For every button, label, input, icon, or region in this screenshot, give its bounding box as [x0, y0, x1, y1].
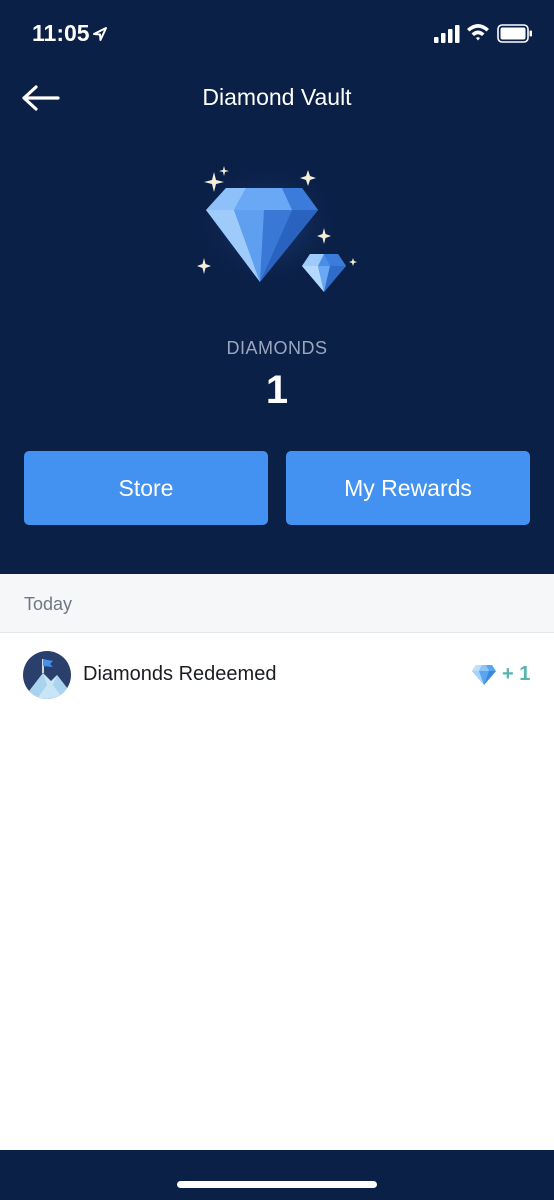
wifi-icon [467, 24, 489, 41]
list-item-title: Diamonds Redeemed [83, 663, 277, 685]
header-panel: 11:05 Diamond Vault DIAMONDS 1 Store My … [0, 0, 554, 574]
store-button[interactable]: Store [24, 451, 268, 525]
status-time: 11:05 [32, 20, 90, 46]
home-indicator[interactable] [177, 1181, 377, 1188]
location-arrow-icon [93, 27, 107, 41]
my-rewards-button[interactable]: My Rewards [286, 451, 530, 525]
home-bar-area [0, 1150, 554, 1200]
section-title: Today [24, 594, 73, 614]
page-title: Diamond Vault [202, 84, 352, 110]
mountain-flag-icon [23, 651, 71, 699]
balance-value: 1 [265, 368, 289, 412]
list-item[interactable]: Diamonds Redeemed + 1 [0, 633, 554, 717]
diamond-icon [472, 665, 496, 685]
diamonds-illustration-icon [196, 162, 357, 292]
battery-icon [497, 24, 532, 43]
balance-label: DIAMONDS [226, 338, 328, 358]
list-item-amount: + 1 [502, 663, 531, 685]
section-header: Today [0, 574, 554, 633]
cellular-signal-icon [434, 25, 460, 43]
navigation-bar: Diamond Vault [0, 68, 554, 128]
status-bar: 11:05 [0, 0, 554, 68]
